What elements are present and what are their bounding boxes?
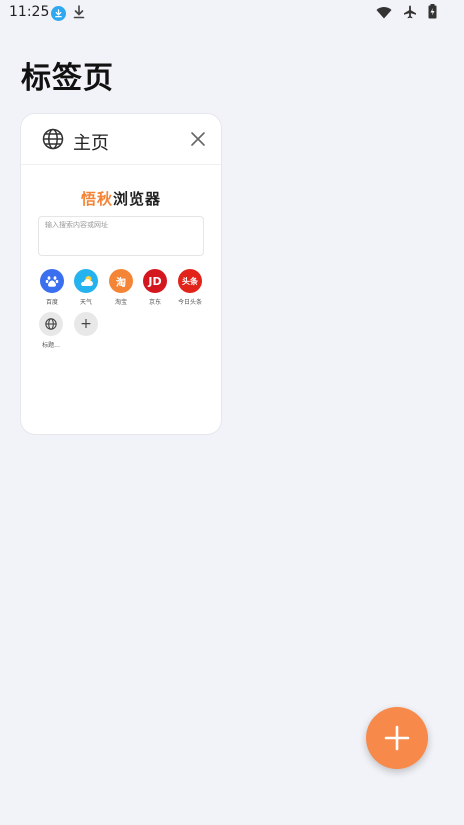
shortcut-baidu: 百度 bbox=[34, 269, 70, 306]
close-icon[interactable] bbox=[190, 131, 206, 151]
brand-part-2: 浏览器 bbox=[113, 190, 162, 208]
shortcut-taobao: 淘 淘宝 bbox=[103, 269, 139, 306]
airplane-icon bbox=[403, 4, 417, 23]
toutiao-icon: 头条 bbox=[178, 269, 202, 293]
globe-icon bbox=[42, 128, 64, 154]
battery-icon bbox=[428, 4, 437, 23]
brand-part-1: 悟秋 bbox=[80, 190, 113, 208]
tab-card[interactable]: 主页 悟秋浏览器 百度 天气 淘 淘宝 JD bbox=[21, 114, 221, 434]
status-bar: 11:25 bbox=[0, 0, 464, 24]
new-tab-button[interactable] bbox=[366, 707, 428, 769]
status-time: 11:25 bbox=[9, 4, 50, 20]
wifi-icon bbox=[376, 4, 392, 23]
shortcut-weather: 天气 bbox=[68, 269, 104, 306]
shortcut-custom: 标题... bbox=[33, 312, 69, 349]
tab-title: 主页 bbox=[73, 133, 109, 154]
shortcut-add: + bbox=[68, 312, 104, 336]
page-title: 标签页 bbox=[21, 61, 114, 96]
download-icon bbox=[73, 4, 85, 23]
tab-preview[interactable]: 悟秋浏览器 百度 天气 淘 淘宝 JD 京东 头条 今日头条 bbox=[21, 165, 221, 434]
shortcut-label: 今日头条 bbox=[177, 299, 202, 306]
brand-title: 悟秋浏览器 bbox=[21, 188, 221, 209]
shortcut-jd: JD 京东 bbox=[137, 269, 173, 306]
download-badge-icon bbox=[51, 6, 66, 21]
baidu-icon bbox=[40, 269, 64, 293]
add-icon: + bbox=[74, 312, 98, 336]
taobao-icon: 淘 bbox=[109, 269, 133, 293]
plus-icon bbox=[384, 725, 410, 751]
tab-header: 主页 bbox=[21, 114, 221, 165]
shortcut-label: 京东 bbox=[148, 299, 161, 306]
shortcut-label: 天气 bbox=[79, 299, 92, 306]
shortcut-label: 淘宝 bbox=[114, 299, 127, 306]
shortcut-label: 百度 bbox=[45, 299, 58, 306]
search-input bbox=[45, 221, 195, 229]
globe-icon bbox=[39, 312, 63, 336]
shortcut-toutiao: 头条 今日头条 bbox=[172, 269, 208, 306]
jd-icon: JD bbox=[143, 269, 167, 293]
search-box bbox=[38, 216, 204, 256]
shortcut-label: 标题... bbox=[42, 342, 60, 349]
weather-icon bbox=[74, 269, 98, 293]
